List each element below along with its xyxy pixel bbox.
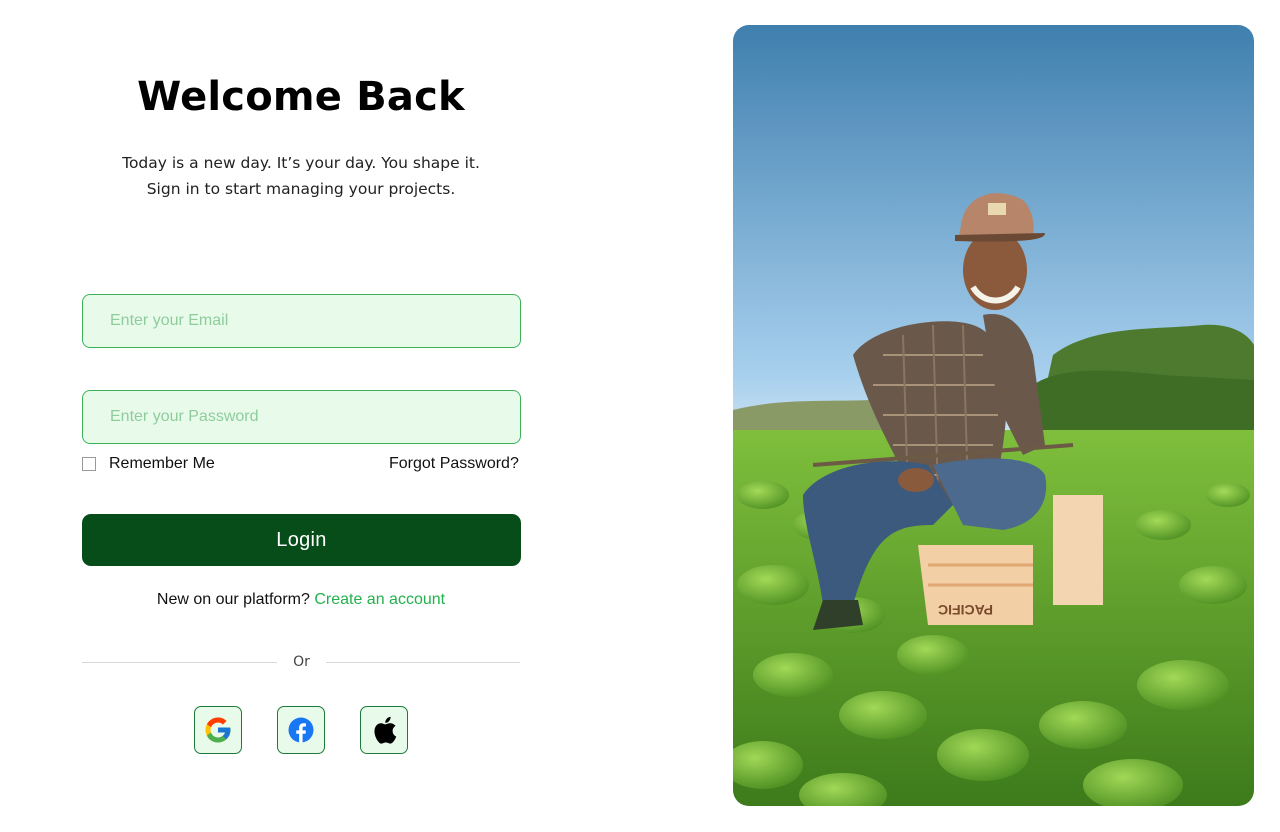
forgot-password-link[interactable]: Forgot Password? <box>389 455 519 473</box>
page-title: Welcome Back <box>137 74 465 120</box>
divider-left <box>82 662 277 663</box>
subtitle-line-2: Sign in to start managing your projects. <box>146 180 456 198</box>
facebook-login-button[interactable] <box>277 706 325 754</box>
facebook-icon <box>288 717 314 743</box>
remember-checkbox[interactable] <box>82 457 96 471</box>
subtitle-line-1: Today is a new day. It’s your day. You s… <box>122 154 480 172</box>
divider-right <box>326 662 520 663</box>
remember-me[interactable]: Remember Me <box>82 455 215 473</box>
email-field[interactable] <box>82 294 521 348</box>
remember-label: Remember Me <box>109 455 215 472</box>
login-button[interactable]: Login <box>82 514 521 566</box>
password-field[interactable] <box>82 390 521 444</box>
login-panel: Welcome Back Today is a new day. It’s yo… <box>0 0 620 832</box>
divider-or: Or <box>293 654 310 670</box>
signup-prompt: New on our platform? Create an account <box>0 591 602 609</box>
apple-icon <box>374 716 397 744</box>
google-icon <box>205 717 231 743</box>
signup-text: New on our platform? <box>156 591 310 608</box>
farmer-photo: PACIFIC <box>733 25 1254 806</box>
hero-photo: PACIFIC <box>733 25 1254 806</box>
google-login-button[interactable] <box>194 706 242 754</box>
apple-login-button[interactable] <box>360 706 408 754</box>
create-account-link[interactable]: Create an account <box>314 591 445 608</box>
crate-text: PACIFIC <box>938 602 993 618</box>
page-subtitle: Today is a new day. It’s your day. You s… <box>0 150 602 202</box>
